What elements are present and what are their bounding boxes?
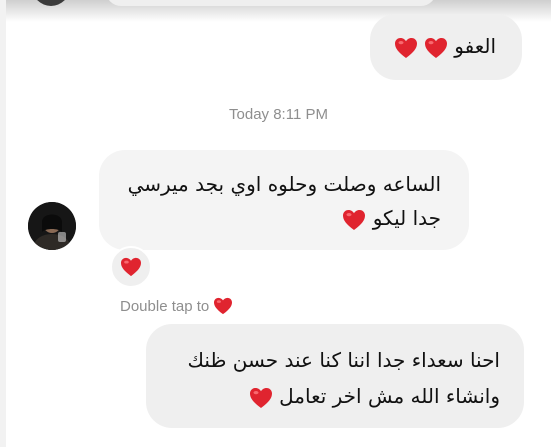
double-tap-label: Double tap to: [120, 297, 210, 315]
message-timestamp: Today 8:11 PM: [229, 106, 328, 123]
heart-icon: [343, 209, 366, 230]
received-message-line-2: جدا ليكو: [342, 202, 441, 234]
avatar-image: [28, 202, 76, 250]
double-tap-hint[interactable]: Double tap to: [120, 297, 233, 315]
sent-message-2-line-2: وانشاء الله مش اخر تعامل: [249, 380, 500, 412]
heart-icon: [424, 37, 447, 58]
message-reaction[interactable]: [110, 246, 152, 288]
heart-icon: [121, 257, 141, 277]
sent-message-bubble[interactable]: احنا سعداء جدا اننا كنا عند حسن ظنك وانش…: [146, 324, 524, 428]
previous-message-bubble[interactable]: [106, 0, 436, 6]
heart-icon: [394, 37, 417, 58]
received-message-bubble[interactable]: الساعه وصلت وحلوه اوي بجد ميرسي جدا ليكو: [99, 150, 469, 250]
sent-message-2-line-2-text: وانشاء الله مش اخر تعامل: [279, 384, 500, 408]
heart-icon: [214, 297, 233, 315]
contact-avatar[interactable]: [28, 202, 76, 250]
sent-message-text: العفو: [394, 30, 496, 62]
chat-thread: العفو Today 8:11 PM الساعه وصلت وحلوه او…: [6, 0, 551, 447]
received-message-line-2-text: جدا ليكو: [372, 206, 441, 230]
sent-message-2-line-1: احنا سعداء جدا اننا كنا عند حسن ظنك: [187, 348, 500, 372]
sent-message-label: العفو: [454, 34, 496, 58]
received-message-line-1: الساعه وصلت وحلوه اوي بجد ميرسي: [127, 172, 441, 196]
heart-icon: [249, 387, 272, 408]
sent-message-bubble[interactable]: العفو: [370, 14, 522, 80]
